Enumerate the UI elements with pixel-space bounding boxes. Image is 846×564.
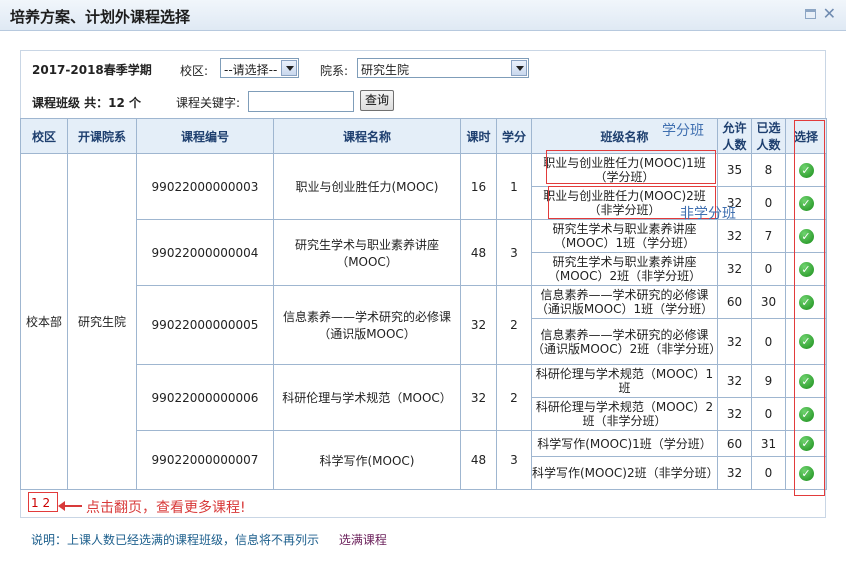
header-code: 课程编号 bbox=[136, 118, 274, 154]
course-credit: 2 bbox=[496, 285, 532, 365]
class-name: 研究生学术与职业素养讲座（MOOC）2班（非学分班） bbox=[531, 252, 718, 286]
course-hours: 48 bbox=[460, 219, 497, 286]
allowed-count: 32 bbox=[717, 397, 752, 431]
dept-select[interactable]: 研究生院 bbox=[357, 58, 529, 78]
header-allowed: 允许人数 bbox=[717, 118, 752, 154]
chosen-count: 8 bbox=[751, 153, 786, 187]
dept-select-value: 研究生院 bbox=[361, 63, 410, 77]
class-name: 科研伦理与学术规范（MOOC）2班（非学分班） bbox=[531, 397, 718, 431]
header-credit: 学分 bbox=[496, 118, 532, 154]
credit-class-annotation: 学分班 bbox=[662, 123, 704, 139]
course-code: 99022000000003 bbox=[136, 153, 274, 220]
class-name: 科学写作(MOOC)2班（非学分班） bbox=[531, 456, 719, 490]
allowed-count: 60 bbox=[717, 285, 752, 319]
allowed-count: 35 bbox=[717, 153, 752, 187]
full-courses-link[interactable]: 选满课程 bbox=[339, 533, 387, 547]
table-row: 99022000000007 科学写作(MOOC) 48 3 科学写作(MOOC… bbox=[21, 430, 827, 490]
keyword-input[interactable] bbox=[248, 91, 354, 112]
allowed-count: 32 bbox=[717, 252, 752, 286]
course-name: 科研伦理与学术规范（MOOC） bbox=[273, 364, 461, 431]
class-name: 研究生学术与职业素养讲座（MOOC）1班（学分班） bbox=[531, 219, 718, 253]
chevron-down-icon[interactable] bbox=[281, 60, 297, 76]
header-campus: 校区 bbox=[20, 118, 68, 154]
header-hours: 课时 bbox=[460, 118, 497, 154]
chosen-count: 31 bbox=[751, 430, 786, 457]
allowed-count: 32 bbox=[717, 219, 752, 253]
keyword-label: 课程关键字: bbox=[176, 96, 241, 110]
course-credit: 3 bbox=[496, 219, 532, 286]
pager-arrow-icon bbox=[58, 501, 82, 511]
course-name: 科学写作(MOOC) bbox=[273, 430, 461, 490]
class-count: 课程班级 共：12 个 bbox=[32, 96, 142, 110]
table-row: 99022000000004 研究生学术与职业素养讲座（MOOC） 48 3 研… bbox=[21, 219, 827, 286]
table-header-row: 校区 开课院系 课程编号 课程名称 课时 学分 班级名称 允许人数 已选人数 选… bbox=[20, 118, 827, 154]
class-name: 信息素养——学术研究的必修课（通识版MOOC）1班（学分班） bbox=[531, 285, 718, 319]
chevron-down-icon[interactable] bbox=[511, 60, 527, 76]
chosen-count: 0 bbox=[751, 456, 786, 490]
course-credit: 1 bbox=[496, 153, 532, 220]
course-name: 研究生学术与职业素养讲座（MOOC） bbox=[273, 219, 461, 286]
campus-select[interactable]: --请选择-- bbox=[220, 58, 299, 78]
course-code: 99022000000007 bbox=[136, 430, 274, 490]
chosen-count: 0 bbox=[751, 318, 786, 365]
credit-class-highlight bbox=[546, 150, 716, 184]
chosen-count: 0 bbox=[751, 186, 786, 220]
course-credit: 2 bbox=[496, 364, 532, 431]
maximize-icon[interactable] bbox=[805, 9, 816, 19]
chosen-count: 9 bbox=[751, 364, 786, 398]
title-bar: 培养方案、计划外课程选择 ✕ bbox=[0, 0, 846, 31]
chosen-count: 0 bbox=[751, 397, 786, 431]
course-code: 99022000000005 bbox=[136, 285, 274, 365]
course-code: 99022000000004 bbox=[136, 219, 274, 286]
close-icon[interactable]: ✕ bbox=[823, 4, 836, 24]
course-name: 信息素养——学术研究的必修课（通识版MOOC） bbox=[273, 285, 461, 365]
campus-cell: 校本部 bbox=[20, 153, 68, 490]
course-name: 职业与创业胜任力(MOOC) bbox=[273, 153, 461, 220]
course-hours: 48 bbox=[460, 430, 497, 490]
course-credit: 3 bbox=[496, 430, 532, 490]
allowed-count: 60 bbox=[717, 430, 752, 457]
course-hours: 32 bbox=[460, 285, 497, 365]
pager-annotation: 点击翻页，查看更多课程! bbox=[86, 500, 246, 516]
header-course-name: 课程名称 bbox=[273, 118, 461, 154]
dept-label: 院系: bbox=[320, 64, 349, 78]
chosen-count: 7 bbox=[751, 219, 786, 253]
chosen-count: 0 bbox=[751, 252, 786, 286]
campus-select-value: --请选择-- bbox=[224, 63, 278, 77]
select-column-highlight bbox=[794, 120, 825, 496]
allowed-count: 32 bbox=[717, 364, 752, 398]
dept-cell: 研究生院 bbox=[67, 153, 137, 490]
chosen-count: 30 bbox=[751, 285, 786, 319]
footer-note: 说明：上课人数已经选满的课程班级，信息将不再列示 选满课程 bbox=[31, 531, 387, 548]
course-code: 99022000000006 bbox=[136, 364, 274, 431]
window-title: 培养方案、计划外课程选择 bbox=[10, 8, 191, 26]
pager-highlight bbox=[28, 492, 58, 512]
filter-bar: 2017-2018春季学期 校区: --请选择-- 院系: 研究生院 课程班级 … bbox=[32, 57, 812, 117]
allowed-count: 32 bbox=[717, 456, 752, 490]
table-row: 99022000000006 科研伦理与学术规范（MOOC） 32 2 科研伦理… bbox=[21, 364, 827, 431]
class-name: 科研伦理与学术规范（MOOC）1班 bbox=[531, 364, 718, 398]
header-dept: 开课院系 bbox=[67, 118, 137, 154]
class-name: 信息素养——学术研究的必修课（通识版MOOC）2班（非学分班） bbox=[531, 318, 721, 365]
term-label: 2017-2018春季学期 bbox=[32, 63, 152, 77]
campus-label: 校区: bbox=[180, 64, 209, 78]
allowed-count: 32 bbox=[717, 318, 752, 365]
course-hours: 16 bbox=[460, 153, 497, 220]
header-chosen: 已选人数 bbox=[751, 118, 786, 154]
query-button[interactable]: 查询 bbox=[360, 90, 394, 111]
class-name: 科学写作(MOOC)1班（学分班） bbox=[531, 430, 718, 457]
course-hours: 32 bbox=[460, 364, 497, 431]
footer-note-text: 说明：上课人数已经选满的课程班级，信息将不再列示 bbox=[31, 533, 320, 547]
course-selection-window: 培养方案、计划外课程选择 ✕ 2017-2018春季学期 校区: --请选择--… bbox=[0, 0, 846, 564]
table-row: 99022000000005 信息素养——学术研究的必修课（通识版MOOC） 3… bbox=[21, 285, 827, 365]
noncredit-class-annotation: 非学分班 bbox=[680, 206, 736, 222]
